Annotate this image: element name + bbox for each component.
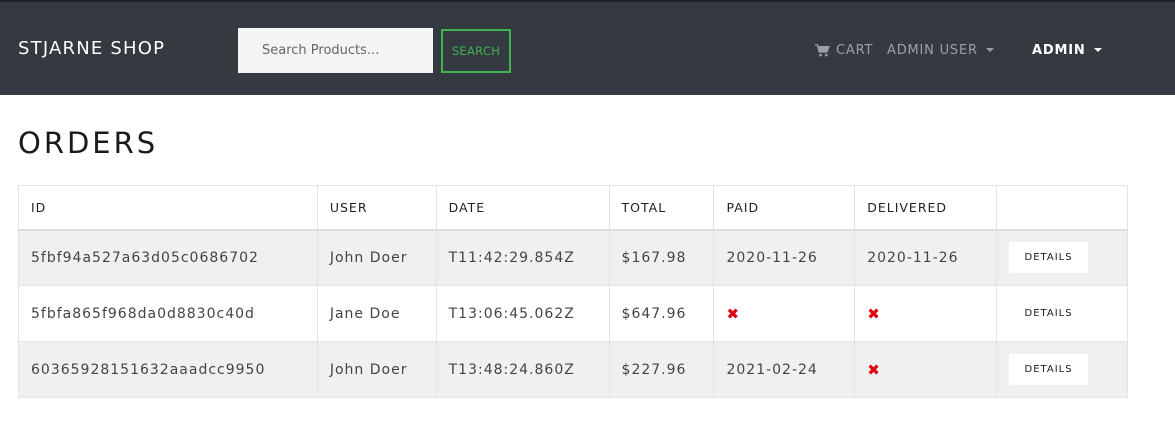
table-row: 60365928151632aaadcc9950 John Doer T13:4… — [18, 341, 1128, 398]
order-total-cell: $227.96 — [608, 341, 715, 398]
order-total-cell: $167.98 — [608, 229, 715, 286]
order-date-cell: T11:42:29.854Z — [435, 229, 610, 286]
table-header-row: ID USER DATE TOTAL PAID DELIVERED — [18, 185, 1128, 231]
order-user-cell: John Doer — [316, 341, 437, 398]
search-input[interactable] — [238, 28, 433, 73]
order-delivered-cell: 2020-11-26 — [854, 229, 998, 286]
order-actions-cell: DETAILS — [996, 229, 1128, 286]
table-row: 5fbf94a527a63d05c0686702 John Doer T11:4… — [18, 229, 1128, 286]
order-date-cell: T13:06:45.062Z — [435, 285, 610, 342]
brand-logo[interactable]: STJARNE SHOP — [18, 38, 165, 59]
order-delivered-cell: ✖ — [854, 341, 998, 398]
details-button[interactable]: DETAILS — [1009, 242, 1089, 274]
not-paid-x-icon: ✖ — [726, 304, 741, 323]
chevron-down-icon — [1093, 47, 1102, 52]
column-header-user: USER — [316, 185, 437, 231]
order-paid-cell: ✖ — [713, 285, 856, 342]
order-delivered-cell: ✖ — [854, 285, 998, 342]
order-user-cell: Jane Doe — [316, 285, 437, 342]
top-navbar: STJARNE SHOP SEARCH CART ADMIN USER ADMI… — [0, 0, 1175, 95]
details-button[interactable]: DETAILS — [1009, 354, 1089, 385]
details-button[interactable]: DETAILS — [1009, 298, 1089, 329]
user-menu-label: ADMIN USER — [887, 43, 978, 58]
order-user-cell: John Doer — [316, 229, 437, 286]
order-date-cell: T13:48:24.860Z — [435, 341, 610, 398]
column-header-delivered: DELIVERED — [854, 185, 998, 231]
order-paid-cell: 2020-11-26 — [713, 229, 856, 286]
admin-menu-label: ADMIN — [1032, 43, 1086, 58]
cart-label: CART — [836, 43, 874, 58]
shopping-cart-icon — [815, 44, 830, 57]
order-id-cell: 60365928151632aaadcc9950 — [18, 341, 318, 398]
admin-menu-dropdown[interactable]: ADMIN — [1032, 43, 1102, 58]
page-title: ORDERS — [18, 126, 159, 160]
order-total-cell: $647.96 — [608, 285, 715, 342]
order-actions-cell: DETAILS — [996, 341, 1128, 398]
column-header-total: TOTAL — [608, 185, 715, 231]
orders-table: ID USER DATE TOTAL PAID DELIVERED 5fbf94… — [18, 185, 1128, 398]
not-delivered-x-icon: ✖ — [867, 304, 881, 323]
not-delivered-x-icon: ✖ — [867, 360, 881, 379]
column-header-actions — [996, 185, 1128, 231]
order-id-cell: 5fbfa865f968da0d8830c40d — [18, 285, 318, 342]
search-button[interactable]: SEARCH — [441, 29, 511, 73]
order-actions-cell: DETAILS — [996, 285, 1128, 342]
order-id-cell: 5fbf94a527a63d05c0686702 — [18, 229, 318, 286]
column-header-date: DATE — [435, 185, 610, 231]
user-menu-dropdown[interactable]: ADMIN USER — [887, 43, 994, 58]
table-row: 5fbfa865f968da0d8830c40d Jane Doe T13:06… — [18, 285, 1128, 342]
column-header-paid: PAID — [713, 185, 856, 231]
chevron-down-icon — [985, 47, 994, 52]
column-header-id: ID — [18, 185, 318, 231]
cart-link[interactable]: CART — [815, 43, 873, 58]
order-paid-cell: 2021-02-24 — [713, 341, 856, 398]
